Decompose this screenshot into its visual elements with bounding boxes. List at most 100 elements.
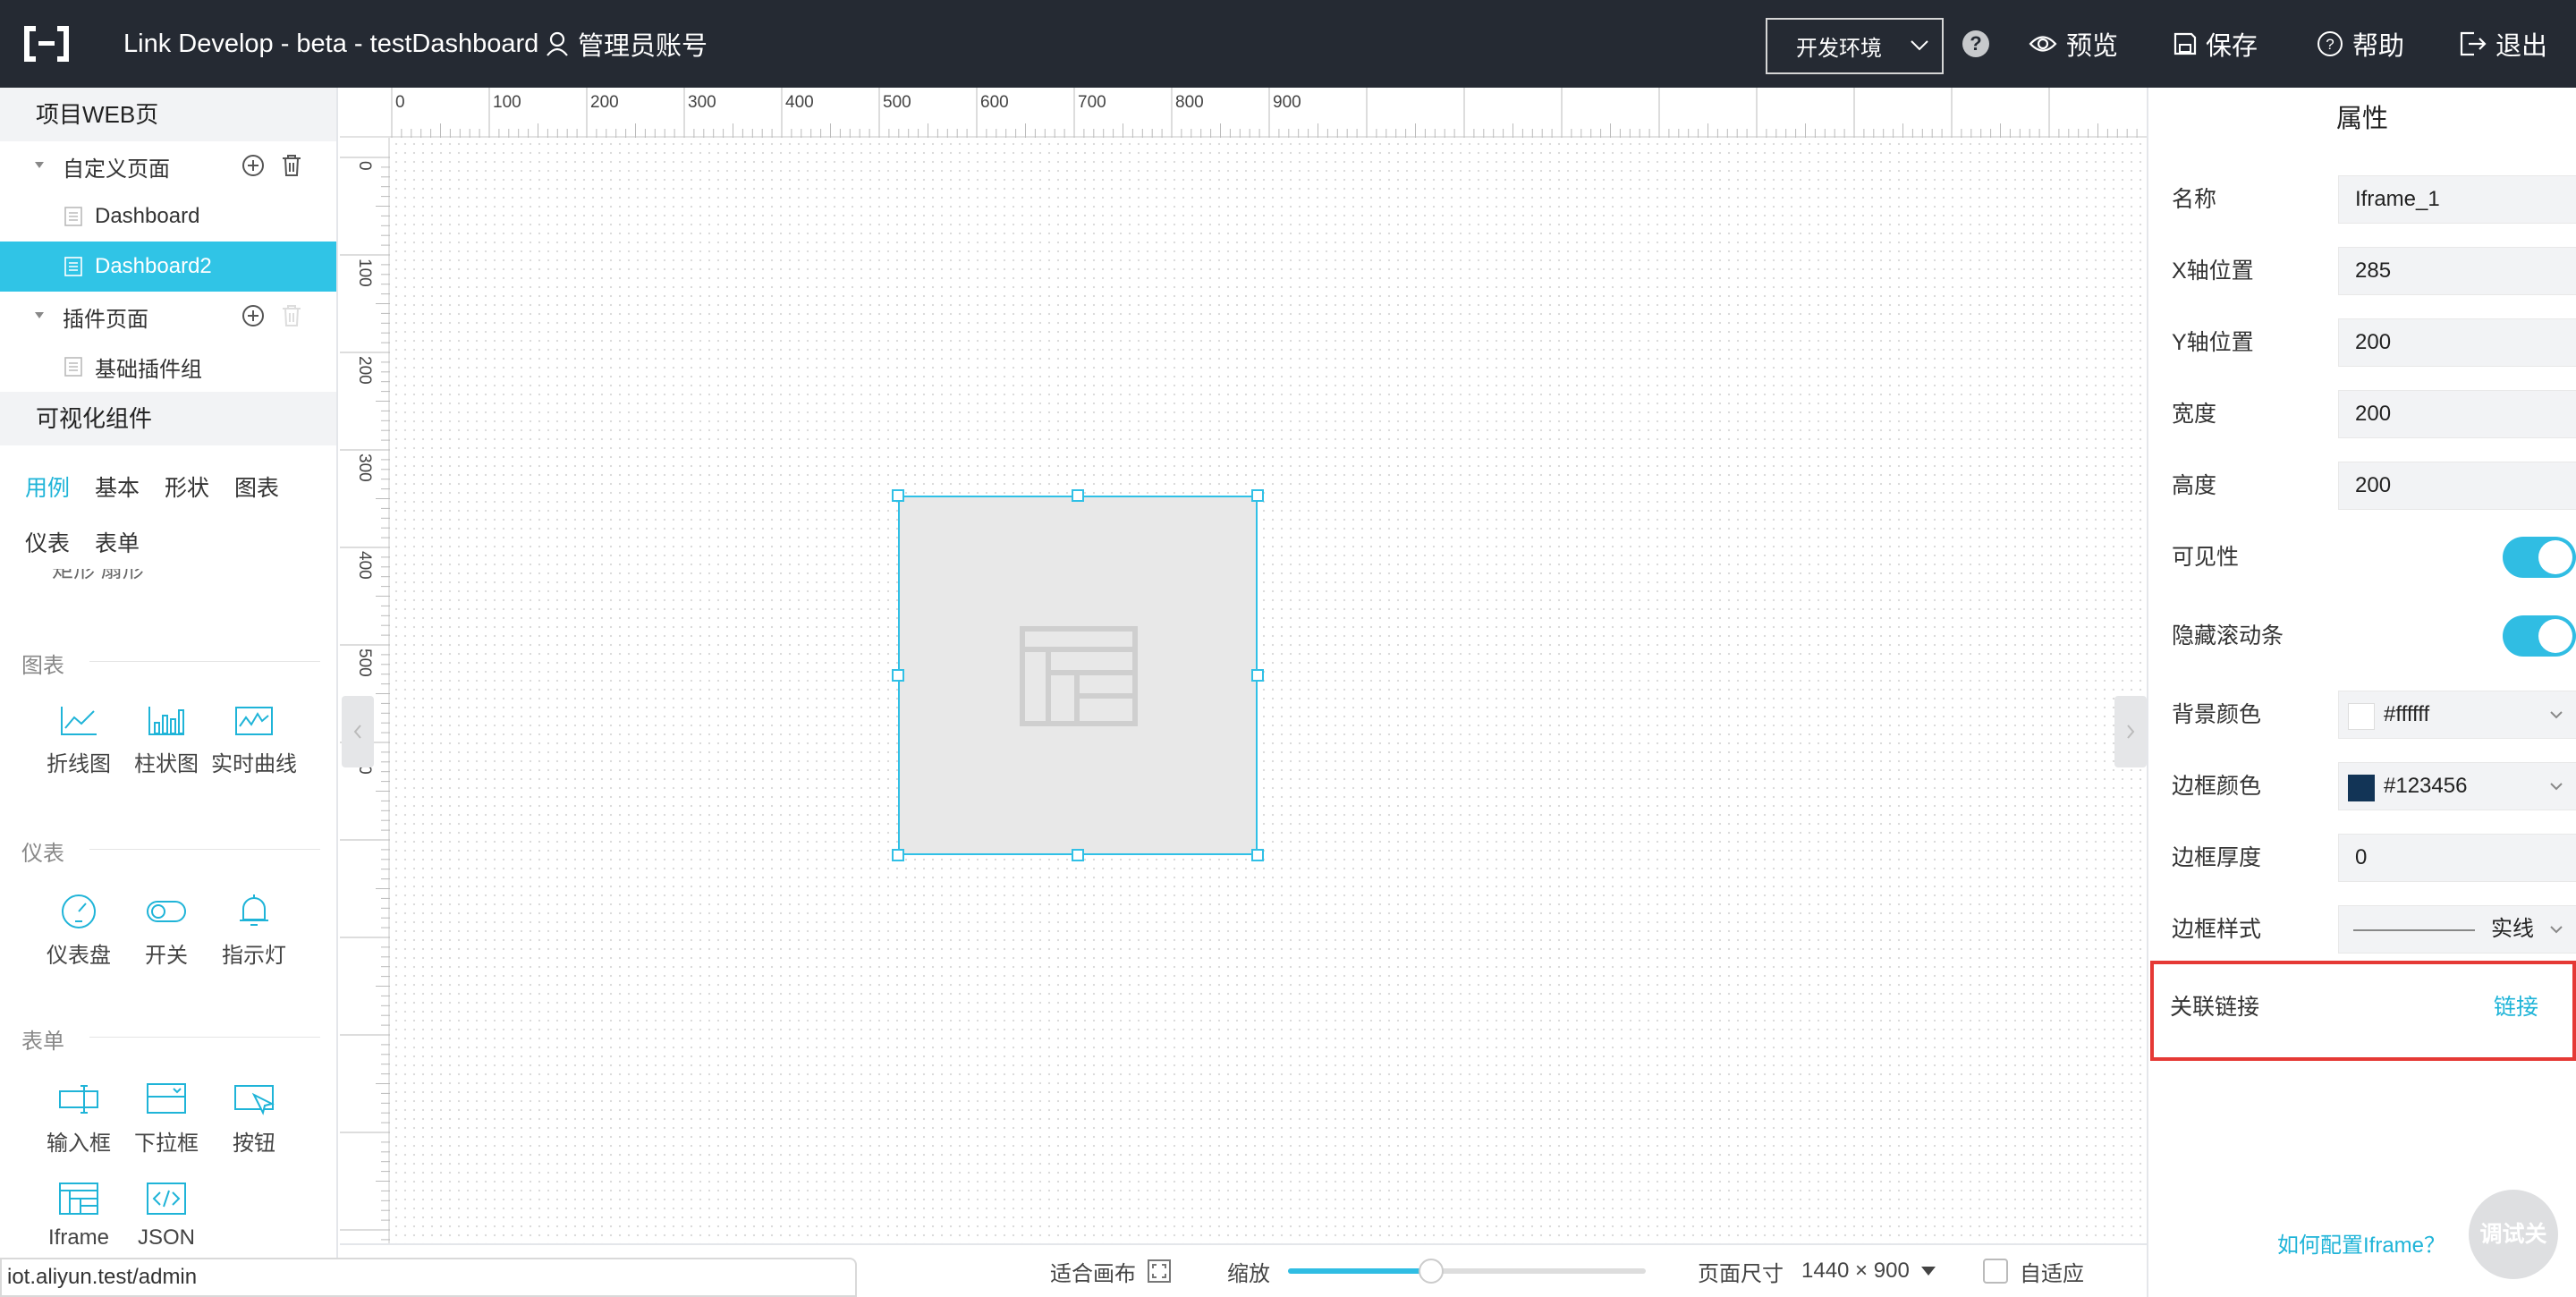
border-style-select[interactable]: 实线: [2338, 905, 2576, 954]
code-icon: [147, 1183, 186, 1215]
component-line-chart[interactable]: 折线图: [34, 705, 123, 777]
prop-border-style: 边框样式 实线: [2172, 905, 2576, 954]
resize-handle-e[interactable]: [1251, 669, 1264, 682]
prop-label: X轴位置: [2172, 259, 2254, 284]
component-switch[interactable]: 开关: [122, 893, 211, 969]
component-json[interactable]: JSON: [122, 1181, 211, 1250]
ruler-tick-label: 200: [590, 93, 619, 112]
group-label-text: 图表: [21, 654, 64, 678]
project-web-header[interactable]: 项目WEB页: [0, 88, 336, 141]
resize-handle-s[interactable]: [1072, 849, 1084, 861]
prop-visible: 可见性: [2172, 533, 2576, 581]
visible-toggle[interactable]: [2503, 537, 2576, 578]
collapse-left-button[interactable]: [342, 696, 374, 767]
border-color-select[interactable]: #123456: [2338, 762, 2576, 810]
component-realtime-curve[interactable]: 实时曲线: [209, 705, 299, 777]
logout-button[interactable]: 退出: [2460, 0, 2547, 88]
debug-toggle-button[interactable]: 调试关: [2469, 1190, 2558, 1279]
hide-scroll-toggle[interactable]: [2503, 615, 2576, 657]
component-dropdown[interactable]: 下拉框: [122, 1081, 211, 1157]
tab-chart[interactable]: 图表: [234, 470, 279, 503]
height-input[interactable]: 200: [2338, 462, 2576, 510]
adaptive-checkbox[interactable]: 自适应: [1982, 1245, 2084, 1297]
component-input[interactable]: 输入框: [34, 1081, 123, 1157]
component-label: 下拉框: [134, 1132, 199, 1156]
border-width-input[interactable]: 0: [2338, 834, 2576, 882]
zoom-slider-knob[interactable]: [1419, 1259, 1444, 1284]
resize-handle-se[interactable]: [1251, 849, 1264, 861]
page-size-select[interactable]: 1440 × 900: [1801, 1245, 1936, 1297]
iframe-placeholder-icon: [1020, 626, 1138, 726]
ruler-tick-label: 400: [355, 551, 374, 580]
x-position-input[interactable]: 285: [2338, 247, 2576, 295]
width-input[interactable]: 200: [2338, 390, 2576, 438]
question-icon[interactable]: ?: [1962, 30, 1989, 57]
resize-handle-nw[interactable]: [892, 489, 904, 502]
component-iframe[interactable]: Iframe: [34, 1181, 123, 1250]
tree-plugin-group[interactable]: 基础插件组: [0, 342, 336, 392]
tree-plugin-pages[interactable]: 插件页面: [0, 292, 336, 342]
component-button[interactable]: 按钮: [209, 1081, 299, 1157]
custom-pages-label: 自定义页面: [63, 157, 170, 182]
eye-icon: [2029, 34, 2057, 54]
chevron-left-icon: [353, 725, 361, 739]
bg-color-select[interactable]: #ffffff: [2338, 691, 2576, 739]
prop-x: X轴位置 285: [2172, 247, 2576, 295]
name-input[interactable]: Iframe_1: [2338, 175, 2576, 224]
tab-example[interactable]: 用例: [25, 470, 70, 503]
gauge-icon: [62, 894, 96, 928]
plugin-pages-label: 插件页面: [63, 307, 148, 332]
help-button[interactable]: ? 帮助: [2317, 0, 2404, 88]
resize-handle-ne[interactable]: [1251, 489, 1264, 502]
prop-label: 隐藏滚动条: [2172, 623, 2284, 648]
canvas-grid[interactable]: [392, 140, 2147, 1243]
ruler-tick-label: 300: [355, 454, 374, 482]
prop-label: 背景颜色: [2172, 702, 2262, 727]
component-bar-chart[interactable]: 柱状图: [122, 705, 211, 777]
toggle-knob: [2538, 619, 2572, 653]
tab-gauge[interactable]: 仪表: [25, 526, 70, 558]
ruler-tick-label: 500: [883, 93, 911, 112]
tab-shape[interactable]: 形状: [165, 470, 209, 503]
tree-custom-pages[interactable]: 自定义页面: [0, 141, 336, 191]
prop-label: 边框厚度: [2172, 845, 2262, 870]
resize-handle-w[interactable]: [892, 669, 904, 682]
tab-form[interactable]: 表单: [95, 526, 140, 558]
collapse-right-button[interactable]: [2114, 696, 2147, 767]
resize-handle-n[interactable]: [1072, 489, 1084, 502]
trash-icon[interactable]: [281, 154, 302, 177]
visual-components-header[interactable]: 可视化组件: [0, 392, 336, 445]
fit-canvas-button[interactable]: 适合画布: [1050, 1245, 1172, 1297]
caret-down-icon[interactable]: [34, 311, 45, 320]
realtime-curve-icon: [235, 707, 273, 735]
group-label-form: 表单: [21, 1023, 320, 1055]
tree-page-dashboard2[interactable]: Dashboard2: [0, 242, 336, 292]
component-indicator[interactable]: 指示灯: [209, 893, 299, 969]
y-position-input[interactable]: 200: [2338, 318, 2576, 367]
page-icon: [64, 257, 82, 276]
iframe-widget[interactable]: [898, 496, 1258, 855]
add-circle-icon[interactable]: [242, 154, 265, 177]
prop-label: 边框样式: [2172, 917, 2262, 942]
ruler-tick-label: 600: [980, 93, 1009, 112]
component-dashboard-gauge[interactable]: 仪表盘: [34, 893, 123, 969]
link-button[interactable]: 链接: [2494, 989, 2538, 1021]
save-button[interactable]: 保存: [2174, 0, 2258, 88]
logout-icon: [2460, 31, 2487, 56]
env-select[interactable]: 开发环境: [1766, 18, 1944, 74]
preview-button[interactable]: 预览: [2029, 0, 2118, 88]
properties-title: 属性: [2335, 105, 2388, 133]
tab-basic[interactable]: 基本: [95, 470, 140, 503]
zoom-slider-fill: [1288, 1268, 1431, 1274]
tree-page-dashboard[interactable]: Dashboard: [0, 191, 336, 242]
add-circle-icon[interactable]: [242, 304, 265, 327]
zoom-slider[interactable]: [1288, 1259, 1646, 1284]
aliyun-logo-icon[interactable]: [23, 23, 70, 64]
iframe-help-link[interactable]: 如何配置Iframe？: [2277, 1227, 2445, 1259]
admin-account[interactable]: 管理员账号: [546, 0, 708, 88]
logout-label: 退出: [2496, 32, 2548, 61]
vertical-ruler: 0100200300400500600: [340, 138, 390, 1243]
line-chart-icon: [61, 707, 97, 735]
resize-handle-sw[interactable]: [892, 849, 904, 861]
caret-down-icon[interactable]: [34, 161, 45, 170]
